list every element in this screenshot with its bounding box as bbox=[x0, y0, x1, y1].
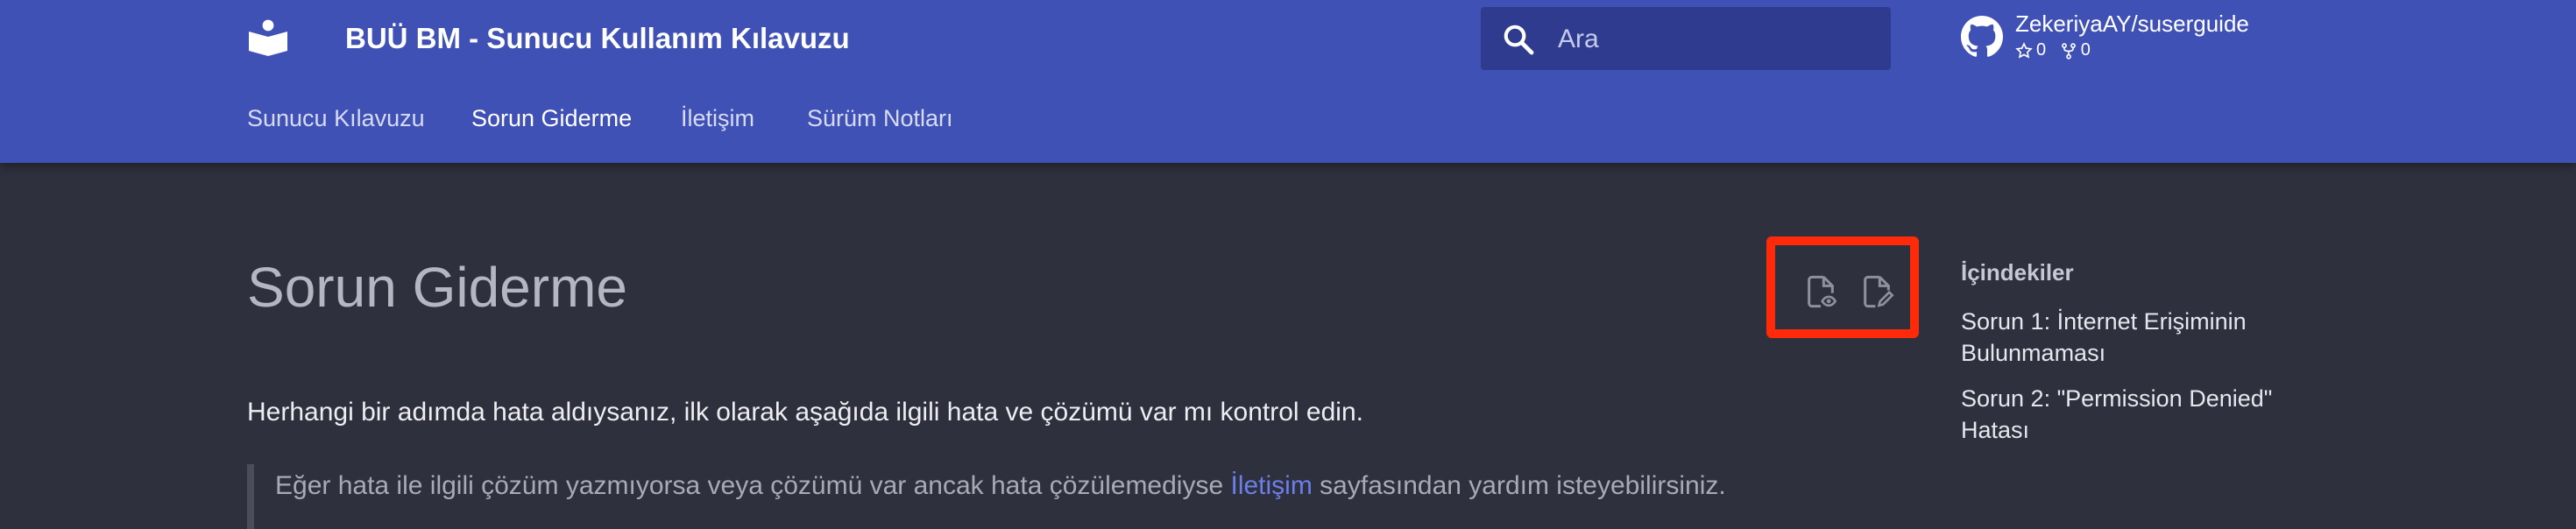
top-header: BUÜ BM - Sunucu Kullanım Kılavuzu Zekeri… bbox=[0, 0, 2576, 163]
note-text-before: Eğer hata ile ilgili çözüm yazmıyorsa ve… bbox=[275, 471, 1231, 500]
star-count-value: 0 bbox=[2036, 40, 2047, 60]
star-count: 0 bbox=[2015, 40, 2046, 60]
fork-count-value: 0 bbox=[2080, 40, 2091, 60]
repo-name: ZekeriyaAY/suserguide bbox=[2015, 11, 2249, 37]
star-icon bbox=[2015, 41, 2033, 59]
page-actions-highlight bbox=[1766, 236, 1919, 338]
tab-iletisim[interactable]: İletişim bbox=[681, 105, 754, 132]
search-box[interactable] bbox=[1481, 7, 1891, 72]
tab-surum-notlari[interactable]: Sürüm Notları bbox=[807, 105, 953, 132]
toc-item-sorun-2[interactable]: Sorun 2: "Permission Denied" Hatası bbox=[1961, 383, 2329, 446]
tab-sorun-giderme[interactable]: Sorun Giderme bbox=[471, 105, 632, 132]
book-logo-icon[interactable] bbox=[247, 19, 289, 56]
intro-paragraph: Herhangi bir adımda hata aldıysanız, ilk… bbox=[247, 398, 1363, 427]
fork-icon bbox=[2061, 42, 2076, 60]
note-blockquote: Eğer hata ile ilgili çözüm yazmıyorsa ve… bbox=[247, 464, 1726, 529]
toc-title: İçindekiler bbox=[1961, 259, 2074, 286]
toc-item-sorun-1[interactable]: Sorun 1: İnternet Erişiminin Bulunmaması bbox=[1961, 306, 2329, 369]
tab-sunucu-kilavuzu[interactable]: Sunucu Kılavuzu bbox=[247, 105, 425, 132]
repo-stats: 0 0 bbox=[2015, 40, 2099, 65]
iletisim-link[interactable]: İletişim bbox=[1231, 471, 1313, 500]
fork-count: 0 bbox=[2060, 40, 2091, 60]
file-edit-icon[interactable] bbox=[1859, 274, 1894, 309]
page-title: Sorun Giderme bbox=[247, 256, 627, 319]
repo-link[interactable]: ZekeriyaAY/suserguide 0 0 bbox=[1961, 9, 2311, 68]
search-icon bbox=[1504, 25, 1534, 55]
search-input[interactable] bbox=[1556, 7, 1875, 72]
site-title[interactable]: BUÜ BM - Sunucu Kullanım Kılavuzu bbox=[345, 18, 850, 60]
file-view-icon[interactable] bbox=[1803, 274, 1838, 309]
note-text-after: sayfasından yardım isteyebilirsiniz. bbox=[1312, 471, 1726, 500]
github-icon bbox=[1961, 16, 2003, 57]
table-of-contents: İçindekiler Sorun 1: İnternet Erişiminin… bbox=[1961, 259, 2329, 460]
